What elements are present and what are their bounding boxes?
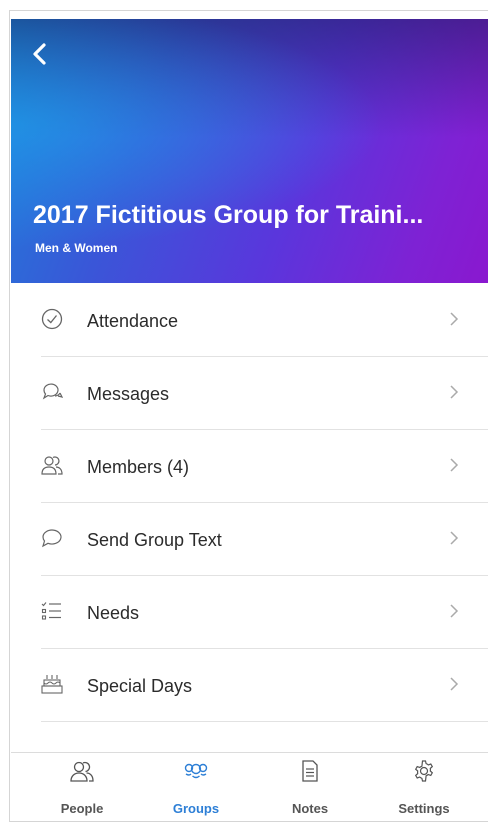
menu-item-label: Attendance bbox=[87, 311, 179, 331]
menu-item-members[interactable]: Members (4) bbox=[41, 430, 488, 503]
group-subtitle: Men & Women bbox=[35, 241, 118, 255]
chevron-right-icon bbox=[450, 312, 459, 326]
tab-people[interactable]: People bbox=[23, 753, 141, 821]
people-icon bbox=[41, 456, 63, 475]
tab-notes[interactable]: Notes bbox=[251, 753, 369, 821]
group-header: 2017 Fictitious Group for Traini... Men … bbox=[11, 19, 488, 283]
speech-bubble-icon bbox=[42, 529, 62, 548]
group-title: 2017 Fictitious Group for Traini... bbox=[33, 201, 424, 229]
menu-item-special-days[interactable]: Special Days bbox=[41, 649, 488, 722]
menu-item-messages[interactable]: Messages bbox=[41, 357, 488, 430]
tab-groups[interactable]: Groups bbox=[137, 753, 255, 821]
cake-icon bbox=[41, 675, 63, 694]
chevron-right-icon bbox=[450, 604, 459, 618]
menu-item-label: Needs bbox=[87, 603, 140, 623]
menu-item-attendance[interactable]: Attendance bbox=[41, 284, 488, 357]
tab-label: Groups bbox=[172, 801, 220, 816]
menu-item-label: Messages bbox=[87, 384, 170, 404]
chevron-right-icon bbox=[450, 458, 459, 472]
chevron-right-icon bbox=[450, 677, 459, 691]
menu-item-needs[interactable]: Needs bbox=[41, 576, 488, 649]
menu-item-label: Special Days bbox=[87, 676, 193, 696]
note-icon bbox=[302, 760, 318, 782]
menu-item-label: Members (4) bbox=[87, 457, 190, 477]
tab-label: Settings bbox=[398, 801, 450, 816]
menu-item-label: Send Group Text bbox=[87, 530, 222, 550]
check-circle-icon bbox=[41, 308, 63, 330]
tab-label: Notes bbox=[291, 801, 329, 816]
group-menu: Attendance Messages Members (4) Send Gro… bbox=[41, 284, 488, 722]
people-icon bbox=[70, 761, 94, 782]
chevron-left-icon[interactable] bbox=[28, 40, 52, 68]
groups-icon bbox=[184, 763, 208, 779]
chat-bubbles-icon bbox=[42, 383, 63, 400]
chevron-right-icon bbox=[450, 385, 459, 399]
checklist-icon bbox=[41, 602, 61, 620]
chevron-right-icon bbox=[450, 531, 459, 545]
tab-label: People bbox=[60, 801, 104, 816]
bottom-tab-bar: People Groups Notes Settings bbox=[11, 752, 488, 820]
tab-settings[interactable]: Settings bbox=[365, 753, 483, 821]
gear-icon bbox=[414, 760, 434, 782]
menu-item-send-group-text[interactable]: Send Group Text bbox=[41, 503, 488, 576]
